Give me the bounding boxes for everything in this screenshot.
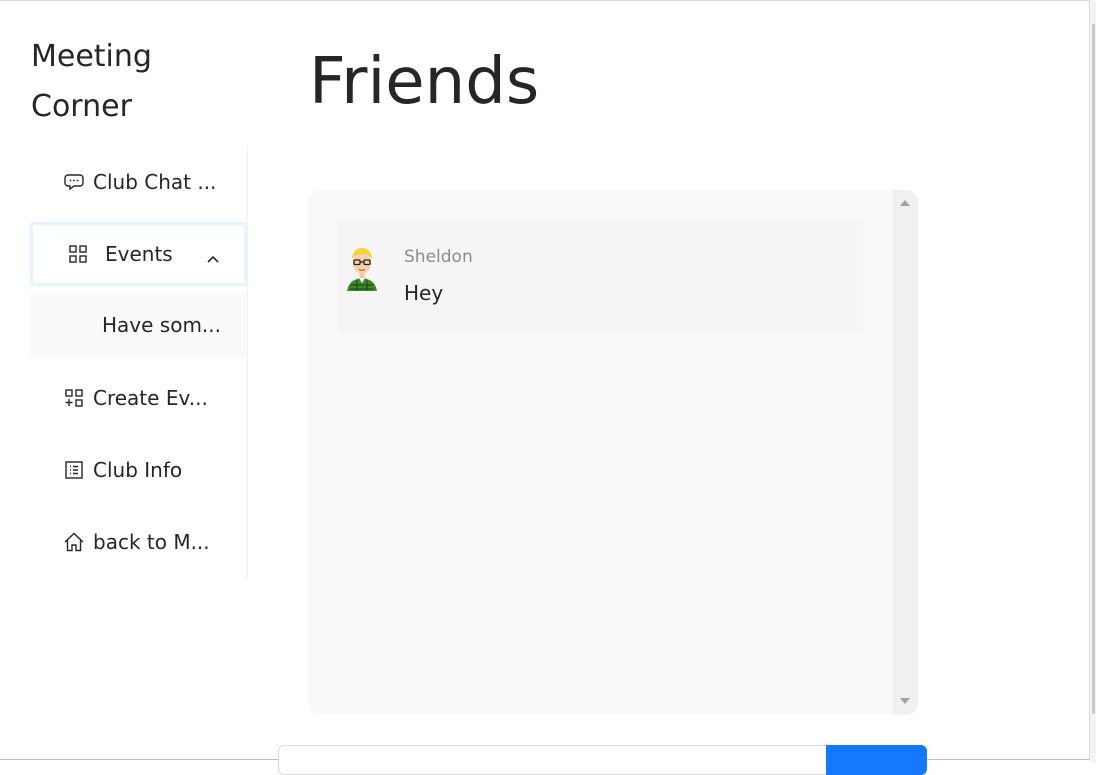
- page-scrollbar[interactable]: [1089, 0, 1096, 763]
- sidebar-item-label: Club Info: [93, 458, 183, 482]
- window-top-border: [0, 0, 1096, 1]
- sidebar-item-label: Have som...: [102, 313, 222, 337]
- sidebar-item-create-event[interactable]: Create Ev...: [30, 366, 247, 430]
- chat-panel: Sheldon Hey: [308, 190, 918, 715]
- appstore-icon: [67, 243, 89, 265]
- sidebar-item-label: back to M...: [93, 530, 210, 554]
- message-text: Hey: [404, 281, 444, 305]
- chat-bubbles-icon: [63, 171, 85, 193]
- home-icon: [63, 531, 85, 553]
- message-input[interactable]: [278, 745, 827, 775]
- page-title: Friends: [309, 45, 540, 119]
- chat-scrollbar[interactable]: [893, 190, 918, 715]
- sidebar-item-events[interactable]: Events: [30, 222, 247, 286]
- sidebar-item-club-info[interactable]: Club Info: [30, 438, 247, 502]
- chat-message: Sheldon Hey: [338, 221, 863, 333]
- list-icon: [63, 459, 85, 481]
- sidebar-menu: Club Chat ... Events Have som... Create …: [30, 146, 248, 579]
- avatar: [341, 245, 383, 293]
- scroll-down-arrow-icon[interactable]: [900, 698, 910, 704]
- scroll-up-arrow-icon[interactable]: [900, 200, 910, 206]
- appstore-add-icon: [63, 387, 85, 409]
- message-author: Sheldon: [404, 247, 473, 267]
- page-scrollbar-thumb[interactable]: [1092, 24, 1095, 714]
- sidebar-item-label: Events: [105, 242, 173, 266]
- chevron-up-icon[interactable]: [206, 247, 220, 271]
- sidebar-item-back[interactable]: back to M...: [30, 510, 247, 574]
- app-title: Meeting Corner: [31, 39, 152, 124]
- sidebar-item-label: Create Ev...: [93, 386, 208, 410]
- sidebar-item-club-chat[interactable]: Club Chat ...: [30, 150, 247, 214]
- sidebar-subitem-event[interactable]: Have som...: [30, 293, 247, 357]
- send-button[interactable]: [826, 745, 927, 775]
- sidebar-item-label: Club Chat ...: [93, 170, 217, 194]
